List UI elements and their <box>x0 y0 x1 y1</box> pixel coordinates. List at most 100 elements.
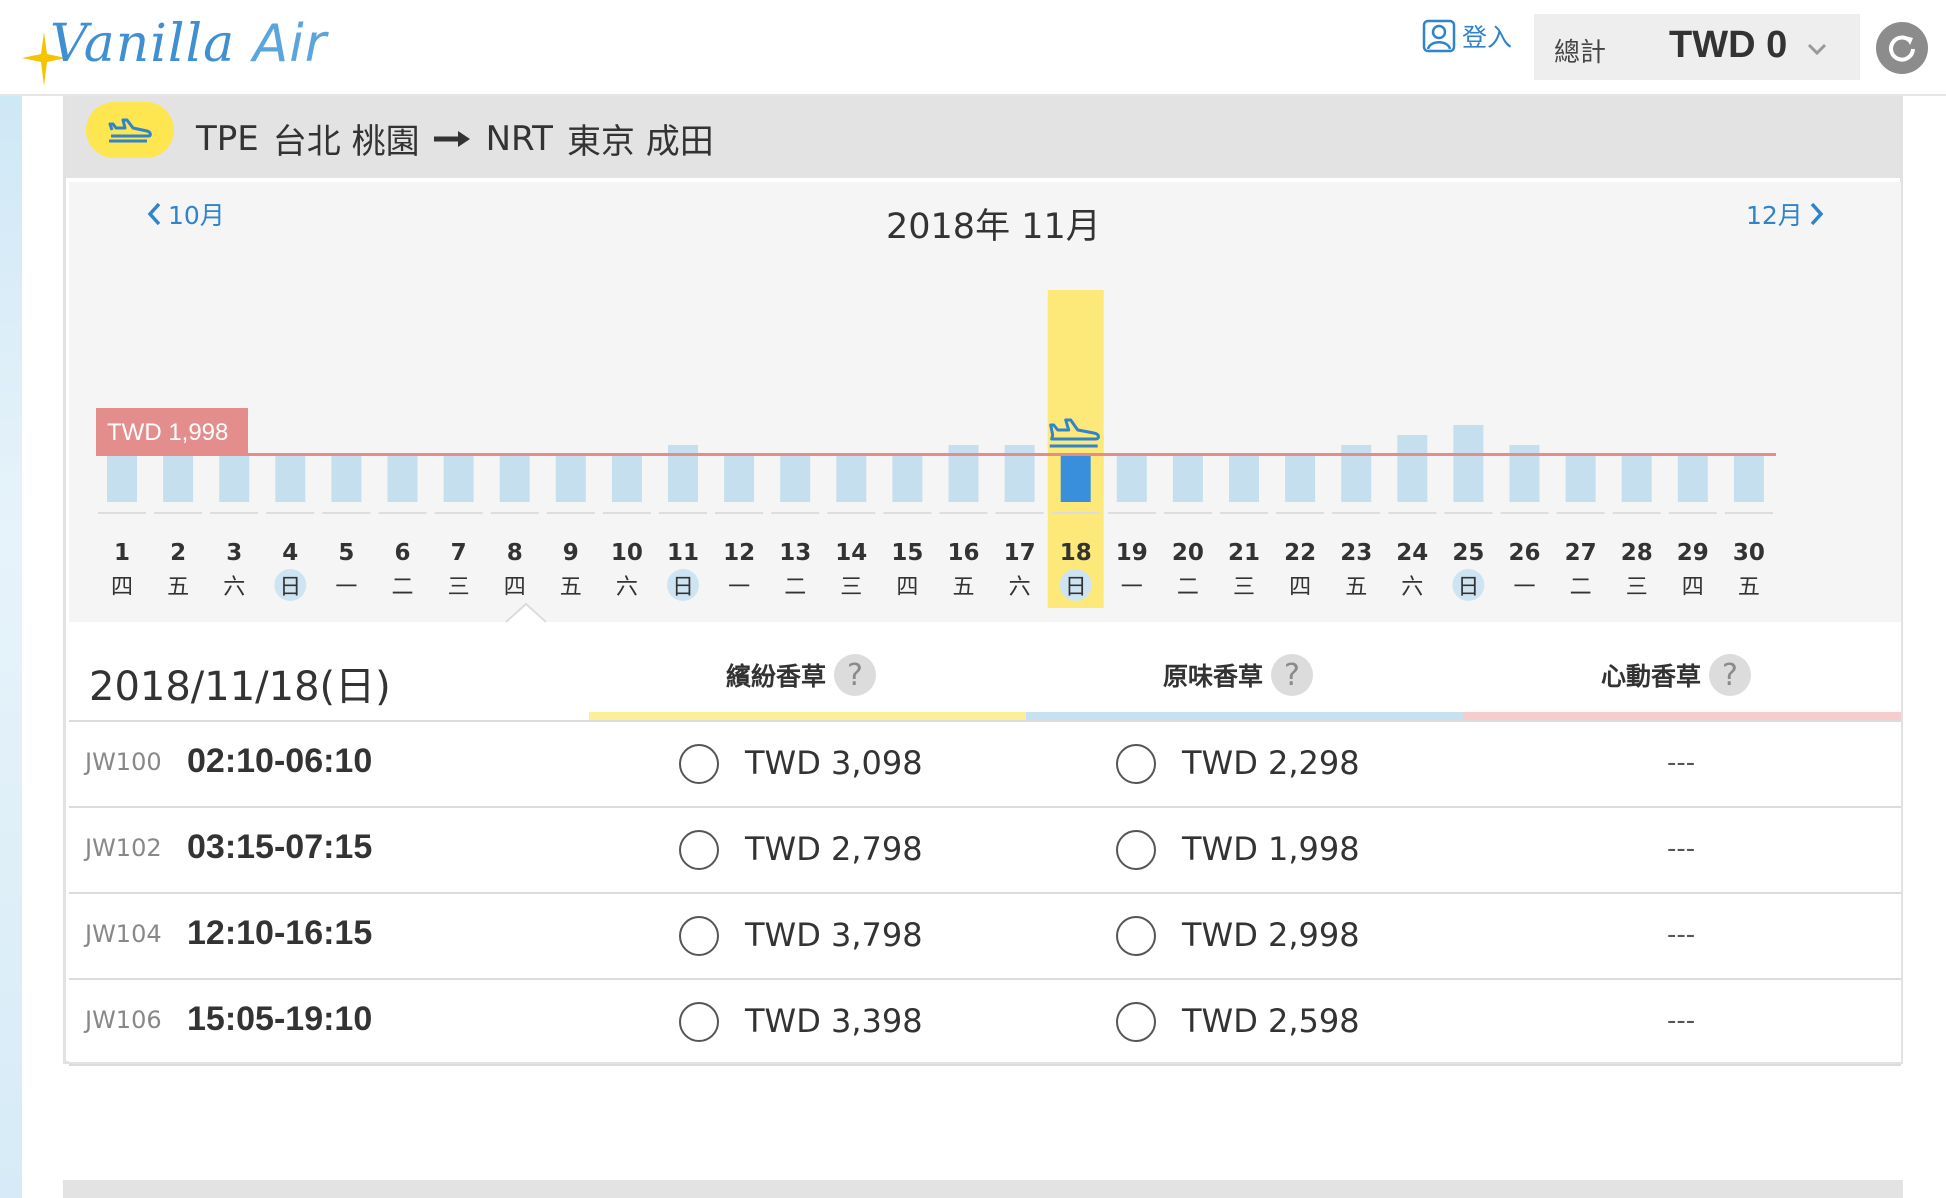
day-weekday: 六 <box>223 575 245 600</box>
price-bar <box>1341 445 1372 502</box>
fare-unavailable: --- <box>1667 748 1696 778</box>
day-baseline <box>490 512 539 514</box>
fare-radio-2[interactable] <box>1116 744 1156 784</box>
day-baseline <box>1220 512 1268 514</box>
flight-row: JW100 02:10-06:10 TWD 3,098 TWD 2,298 --… <box>69 722 1901 808</box>
day-weekday: 四 <box>1289 575 1311 600</box>
price-bar <box>331 455 362 502</box>
calendar-day-18[interactable]: 18 日 <box>1047 290 1104 608</box>
day-weekday: 一 <box>335 575 357 600</box>
price-bar <box>1677 455 1708 502</box>
fare-radio-2[interactable] <box>1116 830 1156 870</box>
flight-time: 03:15-07:15 <box>187 828 373 866</box>
day-weekday: 五 <box>1345 575 1367 600</box>
fare-radio-2[interactable] <box>1116 1002 1156 1042</box>
day-number: 6 <box>394 540 410 566</box>
day-baseline <box>1163 512 1212 514</box>
prev-month-link[interactable]: 10月 <box>146 196 225 232</box>
login-link[interactable]: 登入 <box>1422 18 1512 54</box>
fare-column-stripe-2 <box>1026 712 1463 720</box>
day-weekday: 日 <box>672 575 694 600</box>
help-icon[interactable]: ? <box>1271 654 1314 696</box>
day-baseline <box>827 512 876 514</box>
fare-radio-1[interactable] <box>679 1002 719 1042</box>
day-number: 24 <box>1396 540 1428 566</box>
chevron-right-icon <box>1810 202 1824 226</box>
day-baseline <box>1500 512 1549 514</box>
price-bar <box>948 445 979 502</box>
fare-radio-1[interactable] <box>679 830 719 870</box>
origin-name: 台北 桃園 <box>272 122 420 162</box>
day-number: 8 <box>507 540 523 566</box>
fare-price-2: TWD 2,598 <box>1182 1002 1360 1040</box>
price-bar <box>1397 435 1428 502</box>
price-bar <box>611 455 642 502</box>
day-baseline <box>210 512 259 514</box>
flight-time: 12:10-16:15 <box>187 914 373 952</box>
next-month-label: 12月 <box>1746 201 1803 230</box>
day-baseline <box>322 512 371 514</box>
day-weekday: 二 <box>1177 575 1199 600</box>
day-baseline <box>98 512 146 514</box>
day-number: 26 <box>1508 540 1540 566</box>
destination-code: NRT <box>485 118 553 159</box>
flight-row: JW106 15:05-19:10 TWD 3,398 TWD 2,598 --… <box>69 980 1901 1066</box>
fare-price-1: TWD 3,098 <box>745 744 923 782</box>
day-weekday: 四 <box>111 575 133 600</box>
flight-time: 02:10-06:10 <box>187 742 373 780</box>
fare-radio-2[interactable] <box>1116 916 1156 956</box>
price-bar <box>1733 455 1764 502</box>
day-baseline <box>434 512 483 514</box>
price-bar <box>1509 445 1540 502</box>
flight-number: JW102 <box>85 834 162 862</box>
day-number: 14 <box>835 540 867 566</box>
cart-total-dropdown[interactable]: 總計 TWD 0 <box>1534 14 1860 80</box>
airplane-icon <box>108 118 152 143</box>
help-icon[interactable]: ? <box>1709 654 1752 696</box>
price-bar <box>780 455 811 502</box>
day-weekday: 二 <box>1570 575 1592 600</box>
day-baseline <box>1724 512 1773 514</box>
price-bar <box>1453 425 1484 502</box>
logo-wordmark: Vanilla Air <box>50 14 327 74</box>
chevron-left-icon <box>147 202 161 226</box>
day-weekday: 五 <box>560 575 582 600</box>
fare-radio-1[interactable] <box>679 744 719 784</box>
day-baseline <box>1668 512 1717 514</box>
day-weekday: 二 <box>391 575 413 600</box>
reset-button[interactable] <box>1876 22 1928 74</box>
day-weekday: 三 <box>448 575 470 600</box>
day-weekday: 日 <box>1457 575 1479 600</box>
price-bar <box>163 455 194 502</box>
total-label: 總計 <box>1554 38 1607 68</box>
price-bar <box>107 455 137 502</box>
day-number: 5 <box>338 540 354 566</box>
price-bar <box>1116 455 1147 502</box>
day-baseline <box>659 512 707 514</box>
next-month-link[interactable]: 12月 <box>1746 196 1825 232</box>
arrow-right-icon <box>433 130 470 147</box>
price-bar <box>499 455 530 502</box>
price-bar <box>1060 455 1091 502</box>
day-weekday: 四 <box>1682 575 1704 600</box>
day-baseline <box>771 512 820 514</box>
day-baseline <box>1051 512 1100 514</box>
fare-price-1: TWD 2,798 <box>745 830 923 868</box>
fare-price-2: TWD 2,998 <box>1182 916 1360 954</box>
day-weekday: 六 <box>1401 575 1423 600</box>
day-weekday: 三 <box>1233 575 1255 600</box>
day-weekday: 日 <box>1065 575 1087 600</box>
help-icon[interactable]: ? <box>834 654 877 696</box>
fare-unavailable: --- <box>1667 1006 1696 1036</box>
day-number: 17 <box>1004 540 1036 566</box>
flight-row: JW104 12:10-16:15 TWD 3,798 TWD 2,998 --… <box>69 894 1901 980</box>
chevron-down-icon <box>1807 43 1827 56</box>
day-number: 10 <box>611 540 643 566</box>
day-number: 25 <box>1452 540 1484 566</box>
fare-price-1: TWD 3,798 <box>745 916 923 954</box>
flight-number: JW100 <box>85 748 162 776</box>
day-number: 16 <box>947 540 979 566</box>
fare-price-2: TWD 2,298 <box>1182 744 1360 782</box>
vanilla-air-logo[interactable]: Vanilla Air <box>20 8 326 86</box>
fare-radio-1[interactable] <box>679 916 719 956</box>
